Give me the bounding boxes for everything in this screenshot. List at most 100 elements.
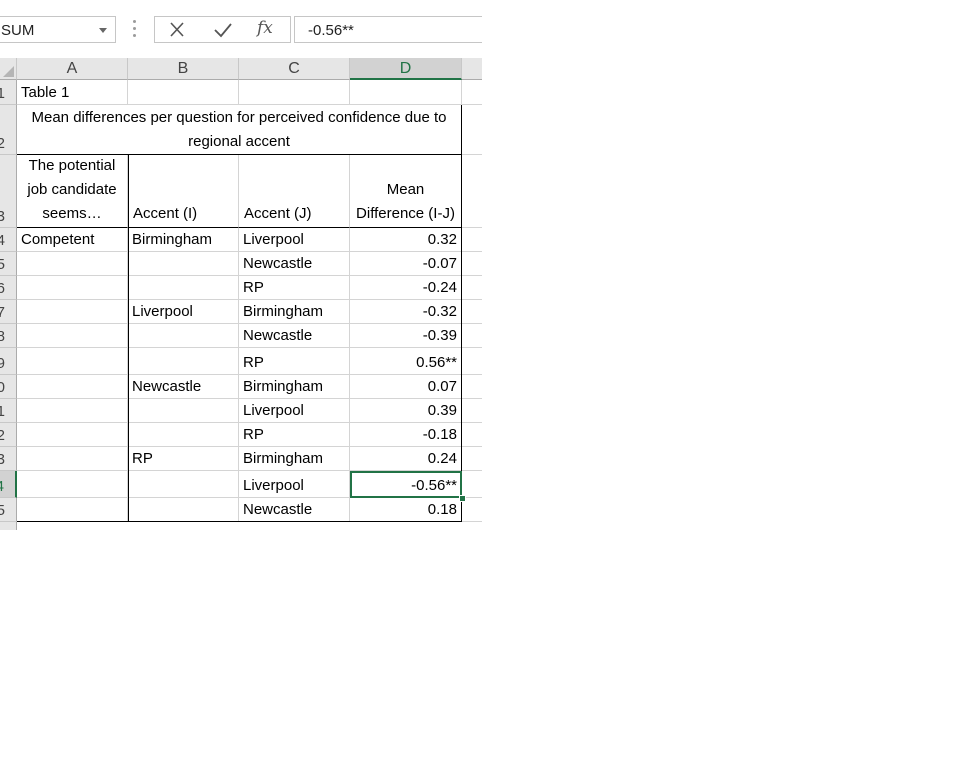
cell-d7[interactable]: -0.32 xyxy=(350,300,462,324)
fill-handle[interactable] xyxy=(459,495,466,502)
row-header-4[interactable]: 4 xyxy=(0,228,17,252)
chevron-down-icon[interactable] xyxy=(99,28,107,33)
row-header-16-partial[interactable] xyxy=(0,522,17,530)
cell-e11[interactable] xyxy=(462,399,482,423)
cell-d4[interactable]: 0.32 xyxy=(350,228,462,252)
close-icon[interactable] xyxy=(165,19,189,41)
column-header-c[interactable]: C xyxy=(239,58,350,80)
column-header-b[interactable]: B xyxy=(128,58,239,80)
cell-a4[interactable]: Competent xyxy=(17,228,128,252)
cell-b6[interactable] xyxy=(128,276,239,300)
cell-a15[interactable] xyxy=(17,498,128,522)
drag-grip-icon[interactable] xyxy=(133,20,137,40)
cell-d12[interactable]: -0.18 xyxy=(350,423,462,447)
cell-b4[interactable]: Birmingham xyxy=(128,228,239,252)
cell-e2[interactable] xyxy=(462,105,482,155)
check-icon[interactable] xyxy=(211,19,235,41)
row-header-2[interactable]: 2 xyxy=(0,105,17,155)
cell-d15[interactable]: 0.18 xyxy=(350,498,462,522)
cell-b12[interactable] xyxy=(128,423,239,447)
row-header-13[interactable]: 13 xyxy=(0,447,17,471)
cell-d13[interactable]: 0.24 xyxy=(350,447,462,471)
cell-b15[interactable] xyxy=(128,498,239,522)
cell-a5[interactable] xyxy=(17,252,128,276)
cell-a6[interactable] xyxy=(17,276,128,300)
cell-c4[interactable]: Liverpool xyxy=(239,228,350,252)
cell-d1[interactable] xyxy=(350,80,462,105)
cell-c11[interactable]: Liverpool xyxy=(239,399,350,423)
row-header-14[interactable]: 14 xyxy=(0,471,17,498)
row-header-11[interactable]: 11 xyxy=(0,399,17,423)
cell-c1[interactable] xyxy=(239,80,350,105)
formula-input[interactable]: -0.56** xyxy=(294,16,482,43)
cell-c12[interactable]: RP xyxy=(239,423,350,447)
cell-a11[interactable] xyxy=(17,399,128,423)
cell-e3[interactable] xyxy=(462,155,482,228)
cell-e5[interactable] xyxy=(462,252,482,276)
cell-a13[interactable] xyxy=(17,447,128,471)
cell-e6[interactable] xyxy=(462,276,482,300)
cell-a12[interactable] xyxy=(17,423,128,447)
cell-c13[interactable]: Birmingham xyxy=(239,447,350,471)
cell-a7[interactable] xyxy=(17,300,128,324)
cell-c7[interactable]: Birmingham xyxy=(239,300,350,324)
cell-c14[interactable]: Liverpool xyxy=(239,471,350,498)
cell-a14[interactable] xyxy=(17,471,128,498)
insert-function-button[interactable]: fx xyxy=(257,18,273,38)
cell-b1[interactable] xyxy=(128,80,239,105)
row-header-1[interactable]: 1 xyxy=(0,80,17,105)
cell-d6[interactable]: -0.24 xyxy=(350,276,462,300)
cell-d10[interactable]: 0.07 xyxy=(350,375,462,399)
cell-d8[interactable]: -0.39 xyxy=(350,324,462,348)
row-header-10[interactable]: 10 xyxy=(0,375,17,399)
cell-e4[interactable] xyxy=(462,228,482,252)
header-accent-i[interactable]: Accent (I) xyxy=(128,155,239,228)
cell-e14[interactable] xyxy=(462,471,482,498)
cell-b8[interactable] xyxy=(128,324,239,348)
cell-b9[interactable] xyxy=(128,348,239,375)
cell-b7[interactable]: Liverpool xyxy=(128,300,239,324)
column-header-d[interactable]: D xyxy=(350,58,462,80)
header-candidate-seems[interactable]: The potential job candidate seems… xyxy=(17,155,128,228)
cell-a9[interactable] xyxy=(17,348,128,375)
cell-b5[interactable] xyxy=(128,252,239,276)
column-header-a[interactable]: A xyxy=(17,58,128,80)
header-mean-difference[interactable]: Mean Difference (I-J) xyxy=(350,155,462,228)
cell-a10[interactable] xyxy=(17,375,128,399)
cell-a1[interactable]: Table 1 xyxy=(17,80,128,105)
select-all-corner[interactable] xyxy=(0,58,17,80)
cell-d11[interactable]: 0.39 xyxy=(350,399,462,423)
row-header-7[interactable]: 7 xyxy=(0,300,17,324)
cell-b11[interactable] xyxy=(128,399,239,423)
cell-c10[interactable]: Birmingham xyxy=(239,375,350,399)
name-box[interactable]: SUM xyxy=(0,16,116,43)
cell-b14[interactable] xyxy=(128,471,239,498)
cell-c6[interactable]: RP xyxy=(239,276,350,300)
cell-d14[interactable]: -0.56** xyxy=(350,471,462,498)
cell-e7[interactable] xyxy=(462,300,482,324)
cell-c15[interactable]: Newcastle xyxy=(239,498,350,522)
cell-e8[interactable] xyxy=(462,324,482,348)
column-header-e-partial[interactable] xyxy=(462,58,482,80)
cell-a8[interactable] xyxy=(17,324,128,348)
cell-b13[interactable]: RP xyxy=(128,447,239,471)
header-accent-j[interactable]: Accent (J) xyxy=(239,155,350,228)
row-header-15[interactable]: 15 xyxy=(0,498,17,522)
table-title[interactable]: Mean differences per question for percei… xyxy=(17,105,462,155)
cell-e9[interactable] xyxy=(462,348,482,375)
cell-d5[interactable]: -0.07 xyxy=(350,252,462,276)
cell-d9[interactable]: 0.56** xyxy=(350,348,462,375)
row-header-5[interactable]: 5 xyxy=(0,252,17,276)
cell-b10[interactable]: Newcastle xyxy=(128,375,239,399)
row-header-12[interactable]: 12 xyxy=(0,423,17,447)
cell-e10[interactable] xyxy=(462,375,482,399)
row-header-6[interactable]: 6 xyxy=(0,276,17,300)
cell-c8[interactable]: Newcastle xyxy=(239,324,350,348)
row-header-8[interactable]: 8 xyxy=(0,324,17,348)
cell-e12[interactable] xyxy=(462,423,482,447)
cell-c5[interactable]: Newcastle xyxy=(239,252,350,276)
row-header-9[interactable]: 9 xyxy=(0,348,17,375)
row-header-3[interactable]: 3 xyxy=(0,155,17,228)
cell-e13[interactable] xyxy=(462,447,482,471)
cell-e1[interactable] xyxy=(462,80,482,105)
